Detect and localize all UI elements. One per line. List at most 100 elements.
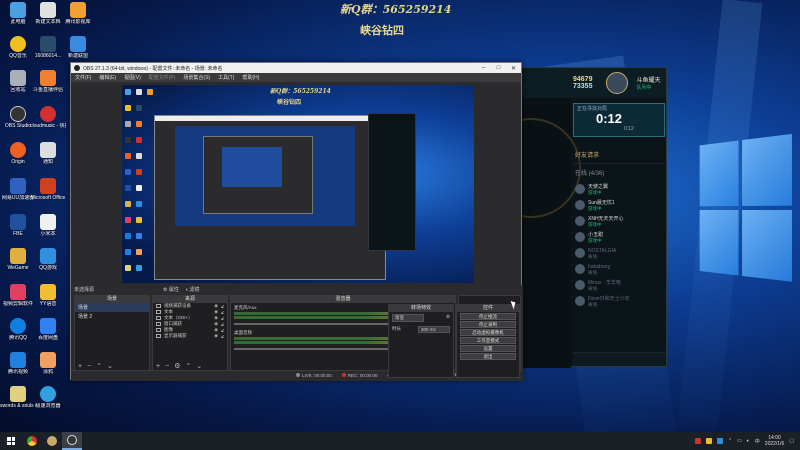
tray-app-icon[interactable] [716,438,723,444]
friend-item[interactable]: 小玉甜 游戏中 [573,229,665,245]
player-status: 队列中 [636,85,652,91]
menu-tools[interactable]: 工具(T) [218,74,234,81]
transition-select[interactable]: 渐变 [392,314,424,322]
chevron-up-icon[interactable]: ⌃ [185,362,191,370]
lock-icon[interactable]: 🔓︎ [221,328,224,333]
game-client-window[interactable]: 94679 73355 斗鱼耀天 队列中 正在寻找对局 0:12 0:12 好友… [481,67,667,368]
desktop-icon-browser[interactable]: 极速浏览器 [30,386,66,409]
taskbar-chrome[interactable] [22,432,42,450]
start-virtual-camera-button[interactable]: 启动虚拟摄像机 [460,329,516,336]
eye-icon[interactable]: ◉ [214,333,218,339]
stop-recording-button[interactable]: 停止录制 [460,321,516,328]
computer-icon [10,2,26,18]
friends-header[interactable]: 好友请求 [573,146,665,164]
wegame-icon [10,248,26,264]
scene-item[interactable]: 场景 2 [75,312,149,321]
desktop-icon-cloudmusic[interactable]: cloudmusic - 快捷方式 [30,106,66,129]
stop-streaming-button[interactable]: 停止推流 [460,313,516,320]
gear-icon[interactable]: ⚙ [174,362,180,370]
friend-item[interactable]: NOSTALGIA 离线 [573,245,665,261]
notification-icon[interactable]: ▢ [789,438,794,444]
lock-icon[interactable]: 🔓︎ [221,310,224,315]
friend-item[interactable]: Sun晨无忧1 游戏中 [573,197,665,213]
desktop-icon-office[interactable]: Microsoft Office [30,178,66,201]
desktop-icon-notebook[interactable]: 小米本 [30,214,66,237]
desktop-icon-baidu-pan[interactable]: 百度网盘 [30,318,66,341]
scenes-dock: 场景 场景 场景 2 + − ⌃ ⌄ [74,295,150,371]
friend-avatar [575,184,585,194]
add-icon[interactable]: + [156,363,160,370]
live-status: LIVE: 00:00:00 [296,372,332,378]
taskbar: ⌃ ▭ 🔈︎ 中 14:00 2022/1/6 ▢ [0,432,800,450]
obs-window[interactable]: OBS 27.1.3 (64-bit, windows) - 配置文件: 未命名… [70,62,523,381]
lock-icon[interactable]: 🔓︎ [221,322,224,327]
chevron-up-icon[interactable]: ⌃ [96,362,102,370]
taskbar-obs[interactable] [62,432,82,450]
lock-icon[interactable]: 🔓︎ [221,334,224,339]
browser-icon [40,386,56,402]
desktop-icon-doodle[interactable]: 涂鸦 [30,352,66,375]
add-icon[interactable]: + [78,363,82,370]
exit-button[interactable]: 退出 [460,353,516,360]
obs-titlebar[interactable]: OBS 27.1.3 (64-bit, windows) - 配置文件: 未命名… [71,63,521,73]
menu-edit[interactable]: 编辑(E) [99,74,116,81]
queue-panel[interactable]: 正在寻找对局 0:12 0:12 [573,103,665,137]
filters-button[interactable]: ◑ 滤镜 [185,286,199,293]
player-avatar[interactable] [606,72,629,94]
volume-icon[interactable]: 🔈︎ [747,438,750,444]
play-icon [10,352,26,368]
minimize-button[interactable]: – [476,65,491,72]
menu-file[interactable]: 文件(F) [75,74,91,81]
friend-item[interactable]: XNH无天天开心 游戏中 [573,213,665,229]
app-icon [10,214,26,230]
friend-item[interactable]: Minas · 羊羊喵 离线 [573,277,665,293]
studio-mode-button[interactable]: 工作室模式 [460,337,516,344]
friend-item[interactable]: 天使之翼 游戏中 [573,181,665,197]
friend-item[interactable]: Dove日和天士少年 离线 [573,293,665,309]
clock[interactable]: 14:00 2022/1/6 [765,435,784,447]
close-button[interactable]: ✕ [506,65,521,72]
desktop-icon-video-lib[interactable]: 腾讯影视库 [60,2,96,25]
chevron-down-icon[interactable]: ⌄ [107,362,113,370]
desktop-icon-douyu[interactable]: 斗鱼直播伴侣 [30,70,66,93]
scene-item[interactable]: 场景 [75,303,149,312]
menu-help[interactable]: 帮助(H) [242,74,259,81]
remove-icon[interactable]: − [165,363,169,370]
chevron-down-icon[interactable]: ⌄ [196,362,202,370]
friend-item[interactable]: bababang 离线 [573,261,665,277]
menu-scene-collection[interactable]: 场景集合(S) [183,74,210,81]
menu-view[interactable]: 视图(V) [124,74,141,81]
network-icon[interactable]: ▭ [737,438,742,444]
desktop-icon-league[interactable]: 新建联盟 [60,36,96,59]
obs-logo-icon [74,65,80,71]
tray-app-icon[interactable] [705,438,712,444]
desktop-icon-yy[interactable]: YY语音 [30,284,66,307]
rec-status: REC: 00:00:00 [341,372,377,378]
gear-icon[interactable]: ⚙ [446,314,450,322]
ime-icon[interactable]: 中 [755,438,760,445]
remove-icon[interactable]: − [87,363,91,370]
overlay-group-label: 新Q群：565259214 [340,3,452,16]
menu-profile[interactable]: 配置文件(P) [149,74,176,81]
obs-preview[interactable]: 新Q群：565259214 峡谷钻四 [122,85,474,283]
source-item[interactable]: 显示器捕获 ◉ 🔓︎ [153,333,227,339]
duration-field[interactable]: 300 ms [418,326,450,333]
source-toolbar: ⚙ 属性 ◑ 滤镜 [163,285,199,293]
maximize-button[interactable]: □ [491,65,506,72]
properties-button[interactable]: ⚙ 属性 [163,286,179,293]
sources-header: 来源 [153,296,227,303]
settings-button[interactable]: 设置 [460,345,516,352]
paint-icon [40,352,56,368]
taskbar-league[interactable] [42,432,62,450]
file-icon [40,36,56,52]
friends-count[interactable]: 在线 (4/36) [573,164,665,181]
obs-icon [67,435,77,445]
lock-icon[interactable]: 🔓︎ [221,316,224,321]
obs-title: OBS 27.1.3 (64-bit, windows) - 配置文件: 未命名… [83,65,223,72]
chevron-up-icon[interactable]: ⌃ [728,438,732,444]
lock-icon[interactable]: 🔓︎ [221,304,224,309]
tray-app-icon[interactable] [694,438,701,444]
start-button[interactable] [0,432,22,450]
desktop-icon-notice[interactable]: 通知 [30,142,66,165]
desktop-icon-qq-game[interactable]: QQ游戏 [30,248,66,271]
